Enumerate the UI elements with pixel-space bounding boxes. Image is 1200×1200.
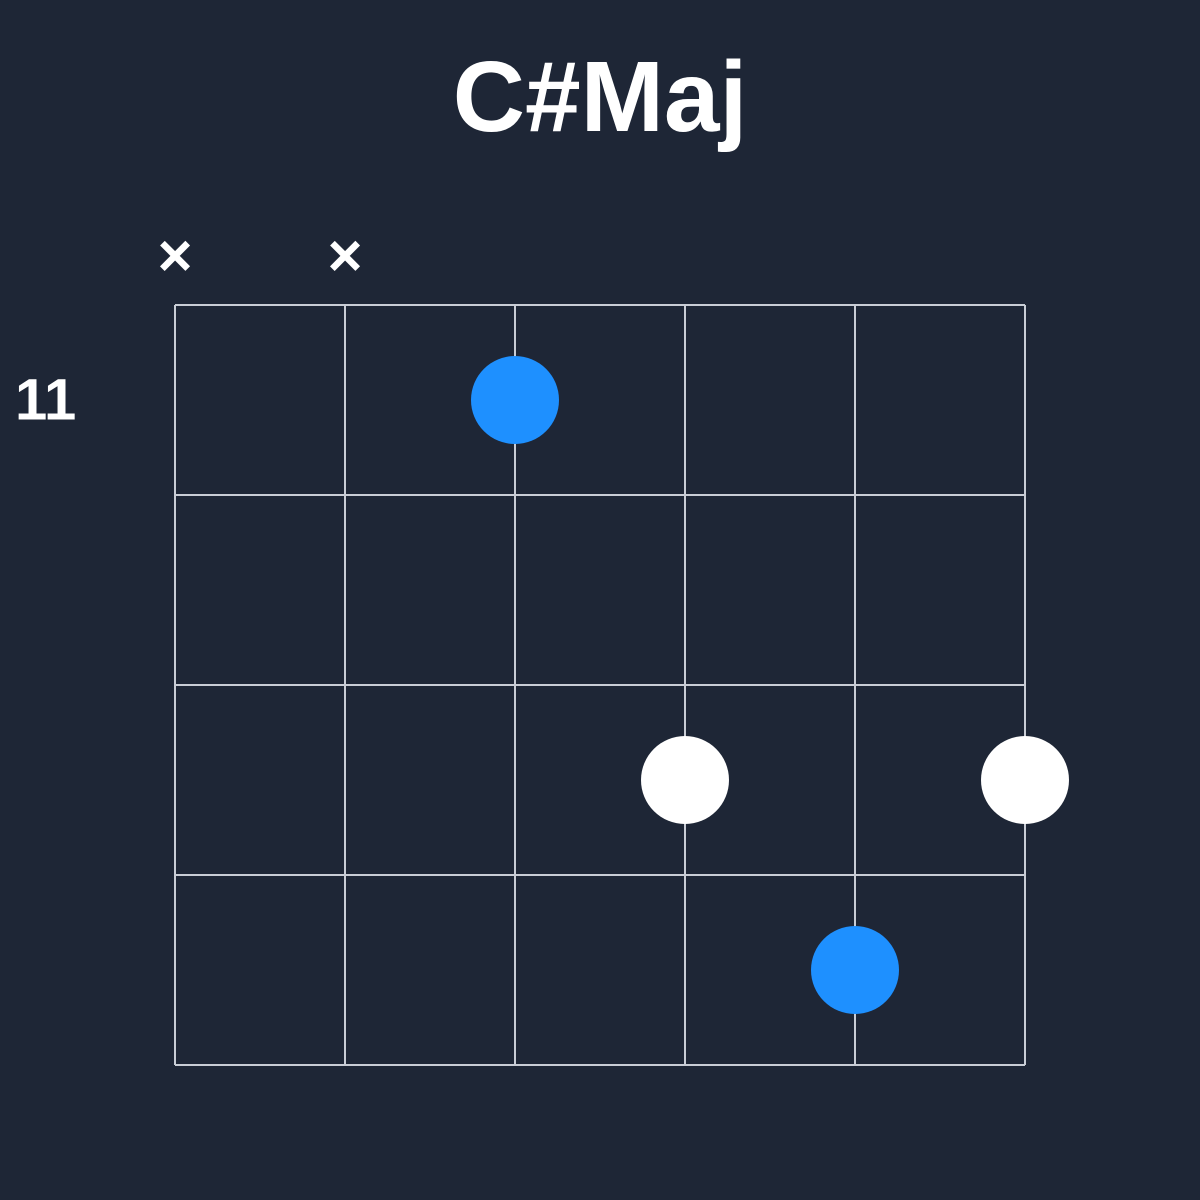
chord-diagram: 11 ×× (125, 215, 1075, 1085)
fretboard-svg: ×× (125, 215, 1075, 1085)
root-note-dot (811, 926, 899, 1014)
muted-string-marker: × (327, 222, 362, 289)
starting-fret-label: 11 (15, 367, 76, 434)
muted-string-marker: × (157, 222, 192, 289)
note-dot (981, 736, 1069, 824)
note-dot (641, 736, 729, 824)
root-note-dot (471, 356, 559, 444)
chord-title: C#Maj (453, 40, 748, 155)
